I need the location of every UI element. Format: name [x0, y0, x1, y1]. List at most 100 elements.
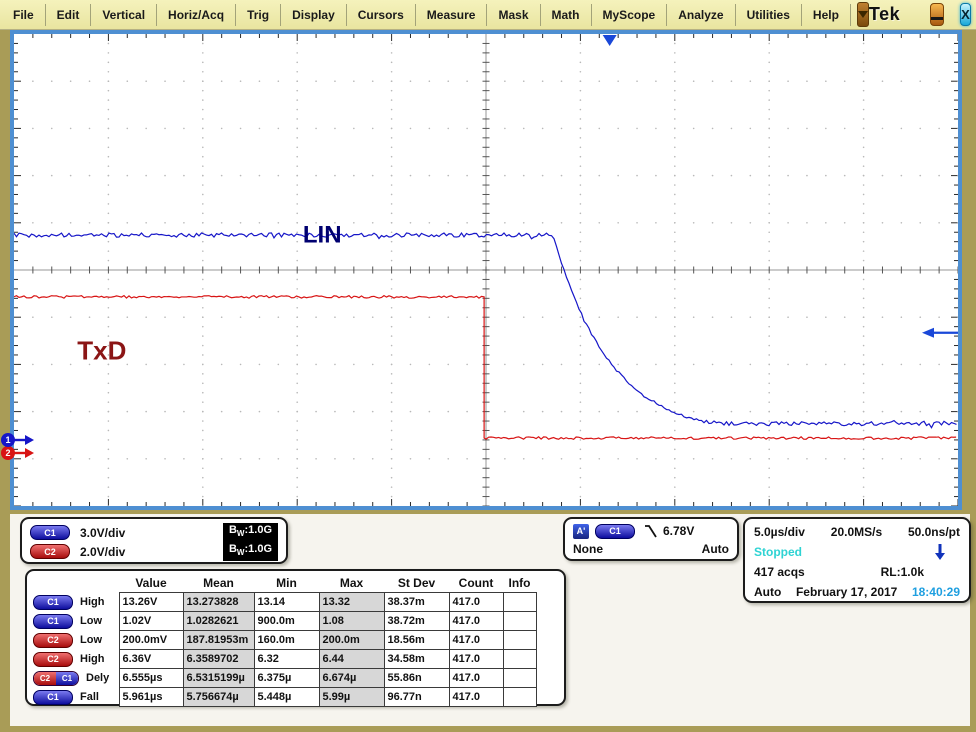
- c1-trace: [14, 233, 957, 428]
- minimize-icon: [931, 17, 943, 20]
- measurement-cell: [503, 688, 536, 707]
- menu-item-horiz-acq[interactable]: Horiz/Acq: [157, 8, 235, 22]
- trigger-level-marker[interactable]: [922, 328, 958, 338]
- menu-item-vertical[interactable]: Vertical: [91, 8, 156, 22]
- channel-badge-c1: C1: [33, 614, 73, 629]
- measurement-cell: 13.14: [254, 593, 319, 612]
- oscilloscope-screen: FileEditVerticalHoriz/AcqTrigDisplayCurs…: [0, 0, 976, 732]
- menu-item-analyze[interactable]: Analyze: [667, 8, 734, 22]
- date-label: February 17, 2017: [796, 585, 897, 599]
- trigger-channel-badge: C1: [595, 524, 635, 539]
- channel-badge-c2c1: C2C1: [33, 671, 79, 686]
- measurement-row: C2Low200.0mV187.81953m160.0m200.0m18.56m…: [31, 631, 536, 650]
- measurement-cell: 18.56m: [384, 631, 449, 650]
- measurement-cell: 6.5315199µ: [183, 669, 254, 688]
- trigger-type: None: [573, 542, 603, 556]
- acquisition-status-row: Stopped: [754, 542, 960, 562]
- c2-trace-label: TxD: [77, 336, 126, 366]
- channel1-reference-marker[interactable]: 1: [1, 433, 15, 447]
- measurement-cell: 13.26V: [119, 593, 183, 612]
- channel2-bandwidth: BW:1.0G: [223, 542, 278, 561]
- measurement-cell: 13.32: [319, 593, 384, 612]
- menu-item-display[interactable]: Display: [281, 8, 346, 22]
- falling-edge-icon: [643, 523, 659, 539]
- channel-readout-panel[interactable]: C1 3.0V/div BW:1.0G C2 2.0V/div BW:1.0G: [20, 517, 288, 564]
- measurement-name: Fall: [80, 691, 99, 703]
- channel2-scale: 2.0V/div: [80, 545, 125, 559]
- measurement-cell: 13.273828: [183, 593, 254, 612]
- c1-trace-label: LIN: [303, 222, 342, 249]
- trigger-readout-panel[interactable]: A' C1 6.78V None Auto: [563, 517, 739, 561]
- channel1-reference-marker-arrow-icon: [13, 434, 35, 446]
- measurement-name: Low: [80, 615, 102, 627]
- measurement-row: C2High6.36V6.35897026.326.4434.58m417.0: [31, 650, 536, 669]
- timebase-readout-panel[interactable]: 5.0µs/div 20.0MS/s 50.0ns/pt Stopped 417…: [743, 517, 971, 603]
- measurement-cell: 6.674µ: [319, 669, 384, 688]
- measurement-cell: 417.0: [449, 612, 503, 631]
- menu-item-measure[interactable]: Measure: [416, 8, 487, 22]
- menu-separator: [850, 4, 851, 26]
- menu-overflow-button[interactable]: [857, 2, 869, 27]
- measurement-cell: 5.756674µ: [183, 688, 254, 707]
- measurements-table: ValueMeanMinMaxSt DevCountInfoC1High13.2…: [31, 573, 537, 707]
- measurement-cell: 5.448µ: [254, 688, 319, 707]
- measurement-cell: 6.36V: [119, 650, 183, 669]
- menu-item-mask[interactable]: Mask: [487, 8, 539, 22]
- column-header-max: Max: [319, 573, 384, 593]
- menu-item-file[interactable]: File: [2, 8, 45, 22]
- measurement-cell: 200.0m: [319, 631, 384, 650]
- measurement-cell: 5.99µ: [319, 688, 384, 707]
- menu-item-cursors[interactable]: Cursors: [347, 8, 415, 22]
- menu-item-math[interactable]: Math: [541, 8, 591, 22]
- measurement-cell: 6.3589702: [183, 650, 254, 669]
- measurement-name: Low: [80, 634, 102, 646]
- menu-item-utilities[interactable]: Utilities: [736, 8, 801, 22]
- measurement-label: C1 Low: [31, 612, 119, 631]
- menu-item-myscope[interactable]: MyScope: [592, 8, 667, 22]
- menu-item-help[interactable]: Help: [802, 8, 850, 22]
- menu-item-edit[interactable]: Edit: [46, 8, 91, 22]
- measurement-cell: 417.0: [449, 631, 503, 650]
- measurement-cell: 417.0: [449, 593, 503, 612]
- column-header-st-dev: St Dev: [384, 573, 449, 593]
- timebase-scale: 5.0µs/div: [754, 525, 805, 539]
- menu-items: FileEditVerticalHoriz/AcqTrigDisplayCurs…: [2, 4, 851, 26]
- measurement-cell: 900.0m: [254, 612, 319, 631]
- measurement-cell: 417.0: [449, 688, 503, 707]
- measurement-cell: 1.0282621: [183, 612, 254, 631]
- waveform-display: TxD LIN: [10, 30, 962, 510]
- channel-badge-c2: C2: [33, 633, 73, 648]
- channel-badge-c1: C1: [33, 690, 73, 705]
- column-header-mean: Mean: [183, 573, 254, 593]
- channel2-badge[interactable]: C2: [30, 544, 70, 559]
- measurement-cell: [503, 631, 536, 650]
- measurement-cell: 417.0: [449, 650, 503, 669]
- readout-area: C1 3.0V/div BW:1.0G C2 2.0V/div BW:1.0G …: [10, 514, 970, 726]
- channel-badge-c2: C2: [33, 652, 73, 667]
- channel1-bandwidth: BW:1.0G: [223, 523, 278, 542]
- close-button[interactable]: X: [960, 3, 971, 26]
- measurement-row: C2C1Dely6.555µs6.5315199µ6.375µ6.674µ55.…: [31, 669, 536, 688]
- minimize-button[interactable]: [930, 3, 944, 26]
- measurement-row: C1Fall5.961µs5.756674µ5.448µ5.99µ96.77n4…: [31, 688, 536, 707]
- measurement-cell: 34.58m: [384, 650, 449, 669]
- menu-item-trig[interactable]: Trig: [236, 8, 280, 22]
- column-header-value: Value: [119, 573, 183, 593]
- trigger-mode-row: None Auto: [573, 540, 729, 558]
- column-header-info: Info: [503, 573, 536, 593]
- trigger-mode: Auto: [702, 542, 729, 556]
- scroll-down-icon[interactable]: [934, 544, 946, 561]
- trigger-position-marker[interactable]: [603, 35, 617, 46]
- channel1-badge[interactable]: C1: [30, 525, 70, 540]
- measurement-cell: 38.37m: [384, 593, 449, 612]
- measurement-cell: 417.0: [449, 669, 503, 688]
- measurement-cell: 200.0mV: [119, 631, 183, 650]
- time-label: 18:40:29: [912, 585, 960, 599]
- timebase-scale-row: 5.0µs/div 20.0MS/s 50.0ns/pt: [754, 522, 960, 542]
- measurement-cell: 5.961µs: [119, 688, 183, 707]
- acquisition-count-row: 417 acqs RL:1.0k: [754, 562, 960, 582]
- measurements-panel[interactable]: ValueMeanMinMaxSt DevCountInfoC1High13.2…: [25, 569, 566, 706]
- date-time-row: Auto February 17, 2017 18:40:29: [754, 582, 960, 602]
- menu-bar: FileEditVerticalHoriz/AcqTrigDisplayCurs…: [0, 0, 976, 30]
- graticule: TxD LIN: [14, 34, 958, 506]
